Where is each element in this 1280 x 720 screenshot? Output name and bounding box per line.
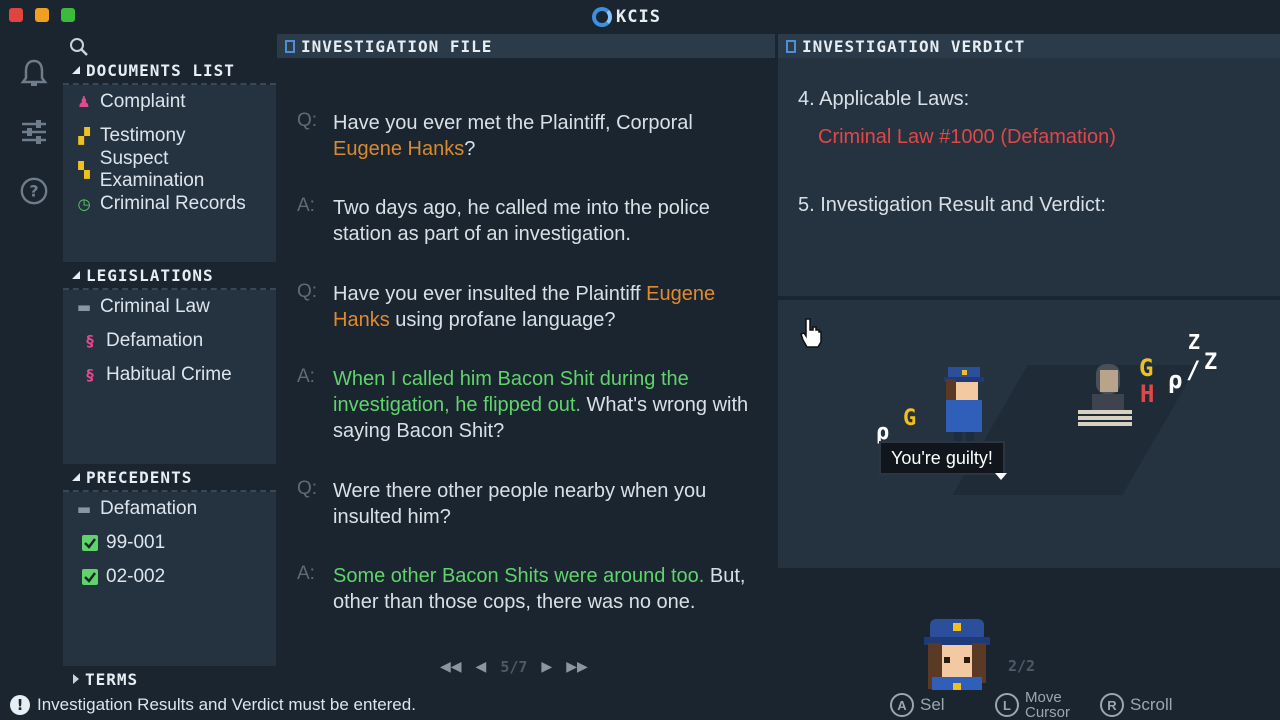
question-text: Have you ever insulted the Plaintiff Eug…	[333, 283, 716, 331]
document-icon	[786, 39, 796, 53]
scene-page-indicator: 2/2	[1008, 657, 1036, 675]
warning-icon: !	[10, 695, 30, 715]
speech-bubble: You're guilty!	[879, 441, 1005, 475]
symbol-glyph: G	[903, 406, 917, 431]
help-icon[interactable]: ?	[19, 176, 49, 206]
legislations-list: ▬ Criminal Law § Defamation § Habitual C…	[63, 290, 276, 465]
settings-sliders-icon[interactable]	[19, 117, 49, 147]
a-button-icon: A	[890, 693, 914, 717]
hint-scroll: R Scroll	[1100, 690, 1173, 720]
legislations-header[interactable]: LEGISLATIONS	[63, 262, 276, 288]
folder-icon: ▬	[76, 500, 92, 518]
complaint-icon: ♟	[77, 93, 91, 111]
applicable-law-entry[interactable]: Criminal Law #1000 (Defamation)	[818, 126, 1116, 149]
applicable-laws-label: 4. Applicable Laws:	[798, 88, 970, 110]
precedents-header[interactable]: PRECEDENTS	[63, 464, 276, 490]
investigation-verdict-panel: 4. Applicable Laws: Criminal Law #1000 (…	[778, 58, 1280, 296]
testimony-icon: ▞	[78, 127, 90, 145]
collapse-triangle-icon	[72, 473, 80, 481]
page-indicator: 5/7	[500, 658, 528, 676]
expand-triangle-icon	[73, 674, 79, 684]
status-message: Investigation Results and Verdict must b…	[37, 695, 416, 714]
answer-text: Two days ago, he called me into the poli…	[333, 197, 710, 245]
symbol-glyph: Z	[1188, 330, 1201, 354]
speech-bubble-tail	[995, 473, 1007, 480]
last-page-icon[interactable]: ▶▶	[566, 659, 588, 675]
status-bar: ! Investigation Results and Verdict must…	[0, 690, 1280, 720]
precedents-list: ▬ Defamation 99-001 02-002	[63, 492, 276, 667]
hint-move-cursor: L Move Cursor	[995, 690, 1085, 720]
collapse-triangle-icon	[72, 271, 80, 279]
check-icon	[81, 534, 99, 552]
hint-select: A Sel	[890, 690, 945, 720]
app-title: KCIS	[592, 6, 661, 28]
sidebar: DOCUMENTS LIST ♟ Complaint ▞ Testimony ▚…	[63, 34, 276, 692]
documents-list-header[interactable]: DOCUMENTS LIST	[63, 57, 276, 83]
sidebar-item-precedent-99-001[interactable]: 99-001	[63, 526, 276, 560]
window-close-button[interactable]	[9, 8, 23, 22]
sidebar-item-criminal-records[interactable]: ◷ Criminal Records	[63, 187, 276, 221]
investigation-file-header: INVESTIGATION FILE	[277, 34, 775, 58]
examination-icon: ▚	[78, 161, 90, 179]
symbol-glyph: G	[1139, 354, 1154, 382]
check-icon	[81, 568, 99, 586]
suspect-sprite	[1078, 364, 1132, 426]
collapse-triangle-icon	[72, 66, 80, 74]
result-verdict-label: 5. Investigation Result and Verdict:	[798, 194, 1106, 216]
investigation-file-panel[interactable]: Q: Have you ever met the Plaintiff, Corp…	[277, 58, 775, 690]
terms-header[interactable]: TERMS	[63, 666, 276, 692]
app-title-text: KCIS	[616, 7, 661, 27]
highlight-statement[interactable]: Some other Bacon Shits were around too.	[333, 565, 704, 587]
next-page-icon[interactable]: ▶	[541, 659, 552, 675]
question-text: Were there other people nearby when you …	[333, 480, 707, 528]
window-maximize-button[interactable]	[61, 8, 75, 22]
sidebar-item-precedent-02-002[interactable]: 02-002	[63, 560, 276, 594]
sidebar-item-habitual-crime[interactable]: § Habitual Crime	[63, 358, 276, 392]
records-icon: ◷	[77, 195, 91, 213]
bell-icon[interactable]	[19, 58, 49, 88]
highlight-keyword[interactable]: Eugene Hanks	[333, 138, 464, 160]
document-icon	[285, 39, 295, 53]
symbol-glyph: ρ	[1168, 366, 1183, 394]
sidebar-item-criminal-law[interactable]: ▬ Criminal Law	[63, 290, 276, 324]
sidebar-item-complaint[interactable]: ♟ Complaint	[63, 85, 276, 119]
officer-sprite	[944, 367, 984, 441]
sidebar-item-suspect-examination[interactable]: ▚ Suspect Examination	[63, 148, 276, 191]
r-button-icon: R	[1100, 693, 1124, 717]
window-minimize-button[interactable]	[35, 8, 49, 22]
hand-cursor-icon	[800, 318, 822, 348]
answer-text: When I called him Bacon Shit during the …	[333, 368, 749, 442]
folder-icon: ▬	[76, 298, 92, 316]
answer-text: Some other Bacon Shits were around too. …	[333, 565, 746, 613]
page-navigator: ◀◀ ◀ 5/7 ▶ ▶▶	[440, 656, 610, 678]
investigation-verdict-header: INVESTIGATION VERDICT	[778, 34, 1280, 58]
law-icon: §	[86, 332, 94, 350]
symbol-glyph: Z	[1204, 350, 1218, 375]
l-button-icon: L	[995, 693, 1019, 717]
app-logo-icon	[592, 7, 612, 27]
symbol-glyph: /	[1186, 356, 1201, 384]
law-icon: §	[86, 366, 94, 384]
documents-list: ♟ Complaint ▞ Testimony ▚ Suspect Examin…	[63, 85, 276, 263]
sidebar-item-defamation-law[interactable]: § Defamation	[63, 324, 276, 358]
question-text: Have you ever met the Plaintiff, Corpora…	[333, 112, 693, 160]
sidebar-item-defamation-precedents[interactable]: ▬ Defamation	[63, 492, 276, 526]
first-page-icon[interactable]: ◀◀	[440, 659, 462, 675]
svg-text:?: ?	[29, 182, 38, 201]
symbol-glyph: H	[1140, 380, 1155, 408]
title-bar: KCIS	[0, 0, 1280, 34]
left-rail: ?	[0, 34, 62, 690]
prev-page-icon[interactable]: ◀	[476, 659, 487, 675]
